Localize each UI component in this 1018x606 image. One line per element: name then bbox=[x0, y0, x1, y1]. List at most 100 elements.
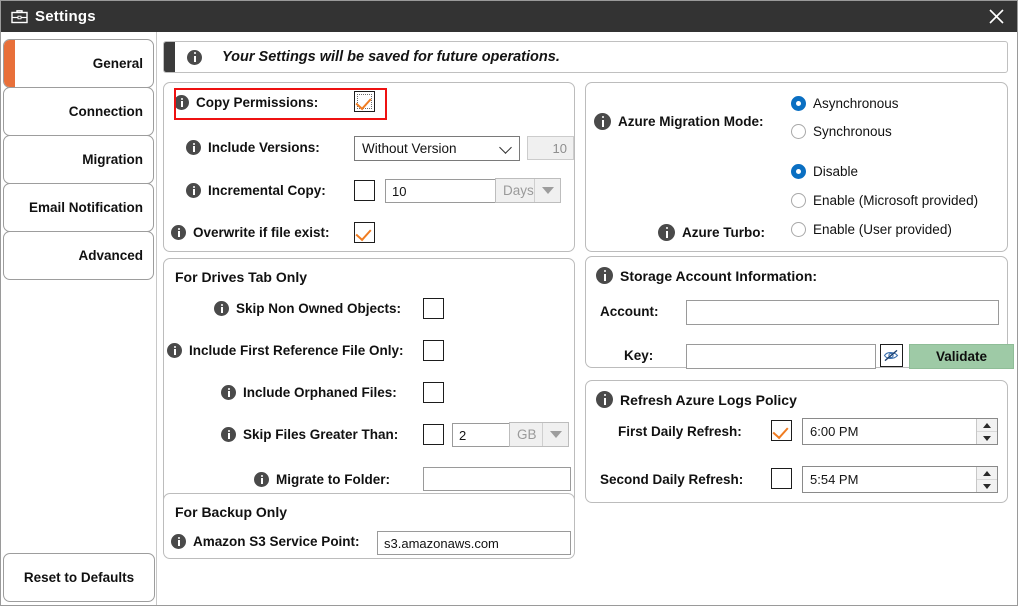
info-icon bbox=[221, 427, 236, 442]
incremental-copy-days-input[interactable] bbox=[385, 179, 505, 203]
migrate-folder-row: Migrate to Folder: bbox=[254, 472, 390, 487]
include-orphaned-label: Include Orphaned Files: bbox=[243, 385, 397, 400]
info-icon bbox=[254, 472, 269, 487]
include-first-reference-checkbox[interactable] bbox=[423, 340, 444, 361]
info-icon bbox=[594, 113, 611, 130]
s3-service-point-row: Amazon S3 Service Point: bbox=[171, 534, 360, 549]
close-button[interactable] bbox=[973, 1, 1018, 32]
info-icon bbox=[171, 534, 186, 549]
eye-slash-icon[interactable] bbox=[880, 344, 903, 367]
account-label: Account: bbox=[600, 304, 659, 319]
radio-turbo-microsoft[interactable]: Enable (Microsoft provided) bbox=[791, 193, 978, 208]
info-icon bbox=[174, 95, 189, 110]
account-input[interactable] bbox=[686, 300, 999, 325]
triangle-up-icon bbox=[983, 423, 991, 428]
incremental-copy-row: Incremental Copy: bbox=[186, 183, 326, 198]
spinner-up-button[interactable] bbox=[977, 419, 997, 431]
drives-panel-title: For Drives Tab Only bbox=[175, 269, 307, 285]
include-versions-label: Include Versions: bbox=[208, 140, 320, 155]
radio-indicator bbox=[791, 222, 806, 237]
sidebar-item-label: Email Notification bbox=[29, 200, 143, 215]
incremental-copy-checkbox[interactable] bbox=[354, 180, 375, 201]
s3-service-point-input[interactable] bbox=[377, 531, 571, 555]
key-input[interactable] bbox=[686, 344, 876, 369]
skip-files-greater-row: Skip Files Greater Than: bbox=[221, 427, 398, 442]
chevron-down-icon bbox=[499, 141, 512, 154]
include-orphaned-row: Include Orphaned Files: bbox=[221, 385, 397, 400]
spinner-down-button[interactable] bbox=[977, 431, 997, 444]
validate-button[interactable]: Validate bbox=[909, 344, 1014, 369]
second-daily-refresh-time-input[interactable] bbox=[803, 467, 976, 492]
dropdown-arrow-box bbox=[542, 423, 568, 446]
radio-label: Asynchronous bbox=[813, 96, 899, 111]
radio-label: Synchronous bbox=[813, 124, 892, 139]
skip-files-unit-select: GB bbox=[509, 422, 569, 447]
include-orphaned-checkbox[interactable] bbox=[423, 382, 444, 403]
info-icon bbox=[187, 50, 202, 65]
storage-panel-title-row: Storage Account Information: bbox=[596, 267, 817, 284]
info-icon bbox=[596, 391, 613, 408]
backup-panel-title: For Backup Only bbox=[175, 504, 287, 520]
overwrite-checkbox[interactable] bbox=[354, 222, 375, 243]
sidebar-item-email-notification[interactable]: Email Notification bbox=[3, 183, 154, 232]
storage-panel-title: Storage Account Information: bbox=[620, 268, 817, 284]
key-label: Key: bbox=[624, 348, 653, 363]
sidebar-item-label: Connection bbox=[69, 104, 143, 119]
copy-permissions-checkbox[interactable] bbox=[354, 91, 375, 112]
skip-files-greater-label: Skip Files Greater Than: bbox=[243, 427, 398, 442]
triangle-down-icon bbox=[983, 436, 991, 441]
radio-indicator bbox=[791, 96, 806, 111]
reset-to-defaults-button[interactable]: Reset to Defaults bbox=[3, 553, 155, 602]
second-daily-refresh-time[interactable] bbox=[802, 466, 998, 493]
sidebar-item-general[interactable]: General bbox=[3, 39, 154, 88]
azure-turbo-row: Azure Turbo: bbox=[658, 224, 765, 241]
migrate-folder-input[interactable] bbox=[423, 467, 571, 491]
banner-text: Your Settings will be saved for future o… bbox=[222, 49, 560, 65]
window-title: Settings bbox=[35, 8, 96, 25]
first-daily-refresh-time-input[interactable] bbox=[803, 419, 976, 444]
info-icon bbox=[186, 183, 201, 198]
logs-panel-title: Refresh Azure Logs Policy bbox=[620, 392, 797, 408]
info-icon bbox=[214, 301, 229, 316]
include-versions-select[interactable]: Without Version bbox=[354, 136, 520, 161]
skip-files-greater-checkbox[interactable] bbox=[423, 424, 444, 445]
skip-files-size-input[interactable] bbox=[452, 423, 514, 447]
spinner-buttons bbox=[976, 419, 997, 444]
radio-turbo-disable[interactable]: Disable bbox=[791, 164, 978, 179]
info-icon bbox=[186, 140, 201, 155]
radio-synchronous[interactable]: Synchronous bbox=[791, 124, 899, 139]
banner-accent-bar bbox=[164, 42, 175, 72]
sidebar-item-connection[interactable]: Connection bbox=[3, 87, 154, 136]
radio-turbo-user[interactable]: Enable (User provided) bbox=[791, 222, 978, 237]
include-versions-value: Without Version bbox=[362, 141, 457, 156]
info-icon bbox=[171, 225, 186, 240]
info-icon bbox=[658, 224, 675, 241]
incremental-copy-unit-value: Days bbox=[503, 183, 534, 198]
spinner-down-button[interactable] bbox=[977, 479, 997, 492]
first-daily-refresh-checkbox[interactable] bbox=[771, 420, 792, 441]
refresh-logs-panel: Refresh Azure Logs Policy First Daily Re… bbox=[585, 380, 1008, 503]
second-daily-refresh-checkbox[interactable] bbox=[771, 468, 792, 489]
briefcase-icon bbox=[10, 8, 28, 26]
content-area: Your Settings will be saved for future o… bbox=[158, 32, 1018, 606]
triangle-down-icon bbox=[550, 431, 562, 438]
logs-panel-title-row: Refresh Azure Logs Policy bbox=[596, 391, 797, 408]
triangle-down-icon bbox=[542, 187, 554, 194]
first-daily-refresh-time[interactable] bbox=[802, 418, 998, 445]
include-first-reference-label: Include First Reference File Only: bbox=[189, 343, 404, 358]
azure-mode-panel: Azure Migration Mode: Asynchronous Synch… bbox=[585, 82, 1008, 252]
include-versions-row: Include Versions: bbox=[186, 140, 320, 155]
radio-indicator bbox=[791, 193, 806, 208]
info-banner: Your Settings will be saved for future o… bbox=[163, 41, 1008, 73]
drives-tab-panel: For Drives Tab Only Skip Non Owned Objec… bbox=[163, 258, 575, 508]
skip-non-owned-checkbox[interactable] bbox=[423, 298, 444, 319]
spinner-up-button[interactable] bbox=[977, 467, 997, 479]
sidebar-item-advanced[interactable]: Advanced bbox=[3, 231, 154, 280]
sidebar-item-migration[interactable]: Migration bbox=[3, 135, 154, 184]
incremental-copy-label: Incremental Copy: bbox=[208, 183, 326, 198]
radio-label: Disable bbox=[813, 164, 858, 179]
incremental-copy-unit-select: Days bbox=[495, 178, 561, 203]
radio-asynchronous[interactable]: Asynchronous bbox=[791, 96, 899, 111]
s3-service-point-label: Amazon S3 Service Point: bbox=[193, 534, 360, 549]
triangle-up-icon bbox=[983, 471, 991, 476]
